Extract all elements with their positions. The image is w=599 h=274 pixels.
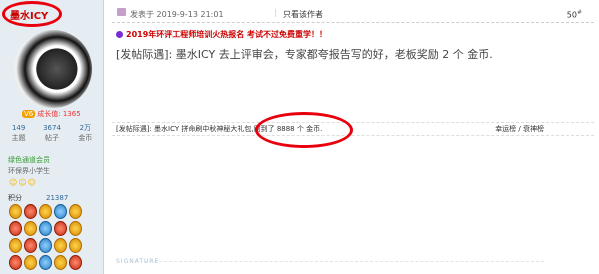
signature-divider <box>144 261 544 262</box>
medal-icon[interactable] <box>69 238 82 253</box>
user-points: 积分 21387 <box>8 194 69 202</box>
author-sidebar: 墨水ICY V6 成长值: 1365 149 主题 3674 帖子 2万 金币 绿色通道… <box>0 0 104 274</box>
medal-icon[interactable] <box>54 255 67 270</box>
medal-icon[interactable] <box>24 238 37 253</box>
medal-list <box>9 204 95 270</box>
reward-links[interactable]: 幸运榜 / 衰神榜 <box>495 124 544 134</box>
header-separator: | <box>274 8 277 17</box>
medal-icon[interactable] <box>24 221 37 236</box>
medal-icon[interactable] <box>54 238 67 253</box>
medal-icon[interactable] <box>69 204 82 219</box>
growth-label: 成长值 <box>37 110 59 118</box>
growth-number: 1365 <box>62 110 81 118</box>
growth-value: V6 成长值: 1365 <box>22 110 81 118</box>
medal-icon[interactable] <box>9 238 22 253</box>
medal-icon[interactable] <box>24 204 37 219</box>
medal-icon[interactable] <box>69 221 82 236</box>
user-level: 环保界小学生 <box>8 167 50 175</box>
user-group[interactable]: 绿色通道会员 <box>8 155 50 165</box>
stat-topics[interactable]: 149 主题 <box>2 123 35 143</box>
medal-icon[interactable] <box>39 204 52 219</box>
medal-icon[interactable] <box>54 221 67 236</box>
highlight-circle-username <box>2 1 62 27</box>
medal-icon[interactable] <box>9 204 22 219</box>
reward-bar: [发帖际遇]: 墨水ICY 拼命刷中秋神秘大礼包,刷到了 8888 个 金币. … <box>112 122 594 136</box>
medal-icon[interactable] <box>9 221 22 236</box>
medal-icon[interactable] <box>39 255 52 270</box>
author-stats: 149 主题 3674 帖子 2万 金币 <box>2 123 102 143</box>
medal-icon[interactable] <box>54 204 67 219</box>
notice-link[interactable]: 2019年环评工程师培训火热报名 考试不过免费重学！！ <box>116 29 327 40</box>
medal-icon[interactable] <box>9 255 22 270</box>
floor-number[interactable]: 50# <box>567 9 582 20</box>
avatar[interactable] <box>14 30 92 108</box>
post-date: 发表于 2019-9-13 21:01 <box>130 10 224 19</box>
post-icon <box>117 8 126 16</box>
notice-icon <box>116 31 123 38</box>
post-header: 发表于 2019-9-13 21:01 | 只看该作者 50# <box>112 0 594 23</box>
medal-icon[interactable] <box>69 255 82 270</box>
post-body: 发表于 2019-9-13 21:01 | 只看该作者 50# 2019年环评工… <box>104 0 599 274</box>
highlight-circle-reward <box>255 112 353 148</box>
growth-badge-icon: V6 <box>22 110 36 118</box>
medal-icon[interactable] <box>39 238 52 253</box>
level-stars-icon: ☺☺☺ <box>9 178 38 187</box>
post-content: [发帖际遇]: 墨水ICY 去上评审会，专家都夸报告写的好，老板奖励 2 个 金… <box>116 48 493 61</box>
medal-icon[interactable] <box>24 255 37 270</box>
stat-coins[interactable]: 2万 金币 <box>69 123 102 143</box>
stat-posts[interactable]: 3674 帖子 <box>35 123 68 143</box>
only-author-link[interactable]: 只看该作者 <box>283 9 323 20</box>
medal-icon[interactable] <box>39 221 52 236</box>
